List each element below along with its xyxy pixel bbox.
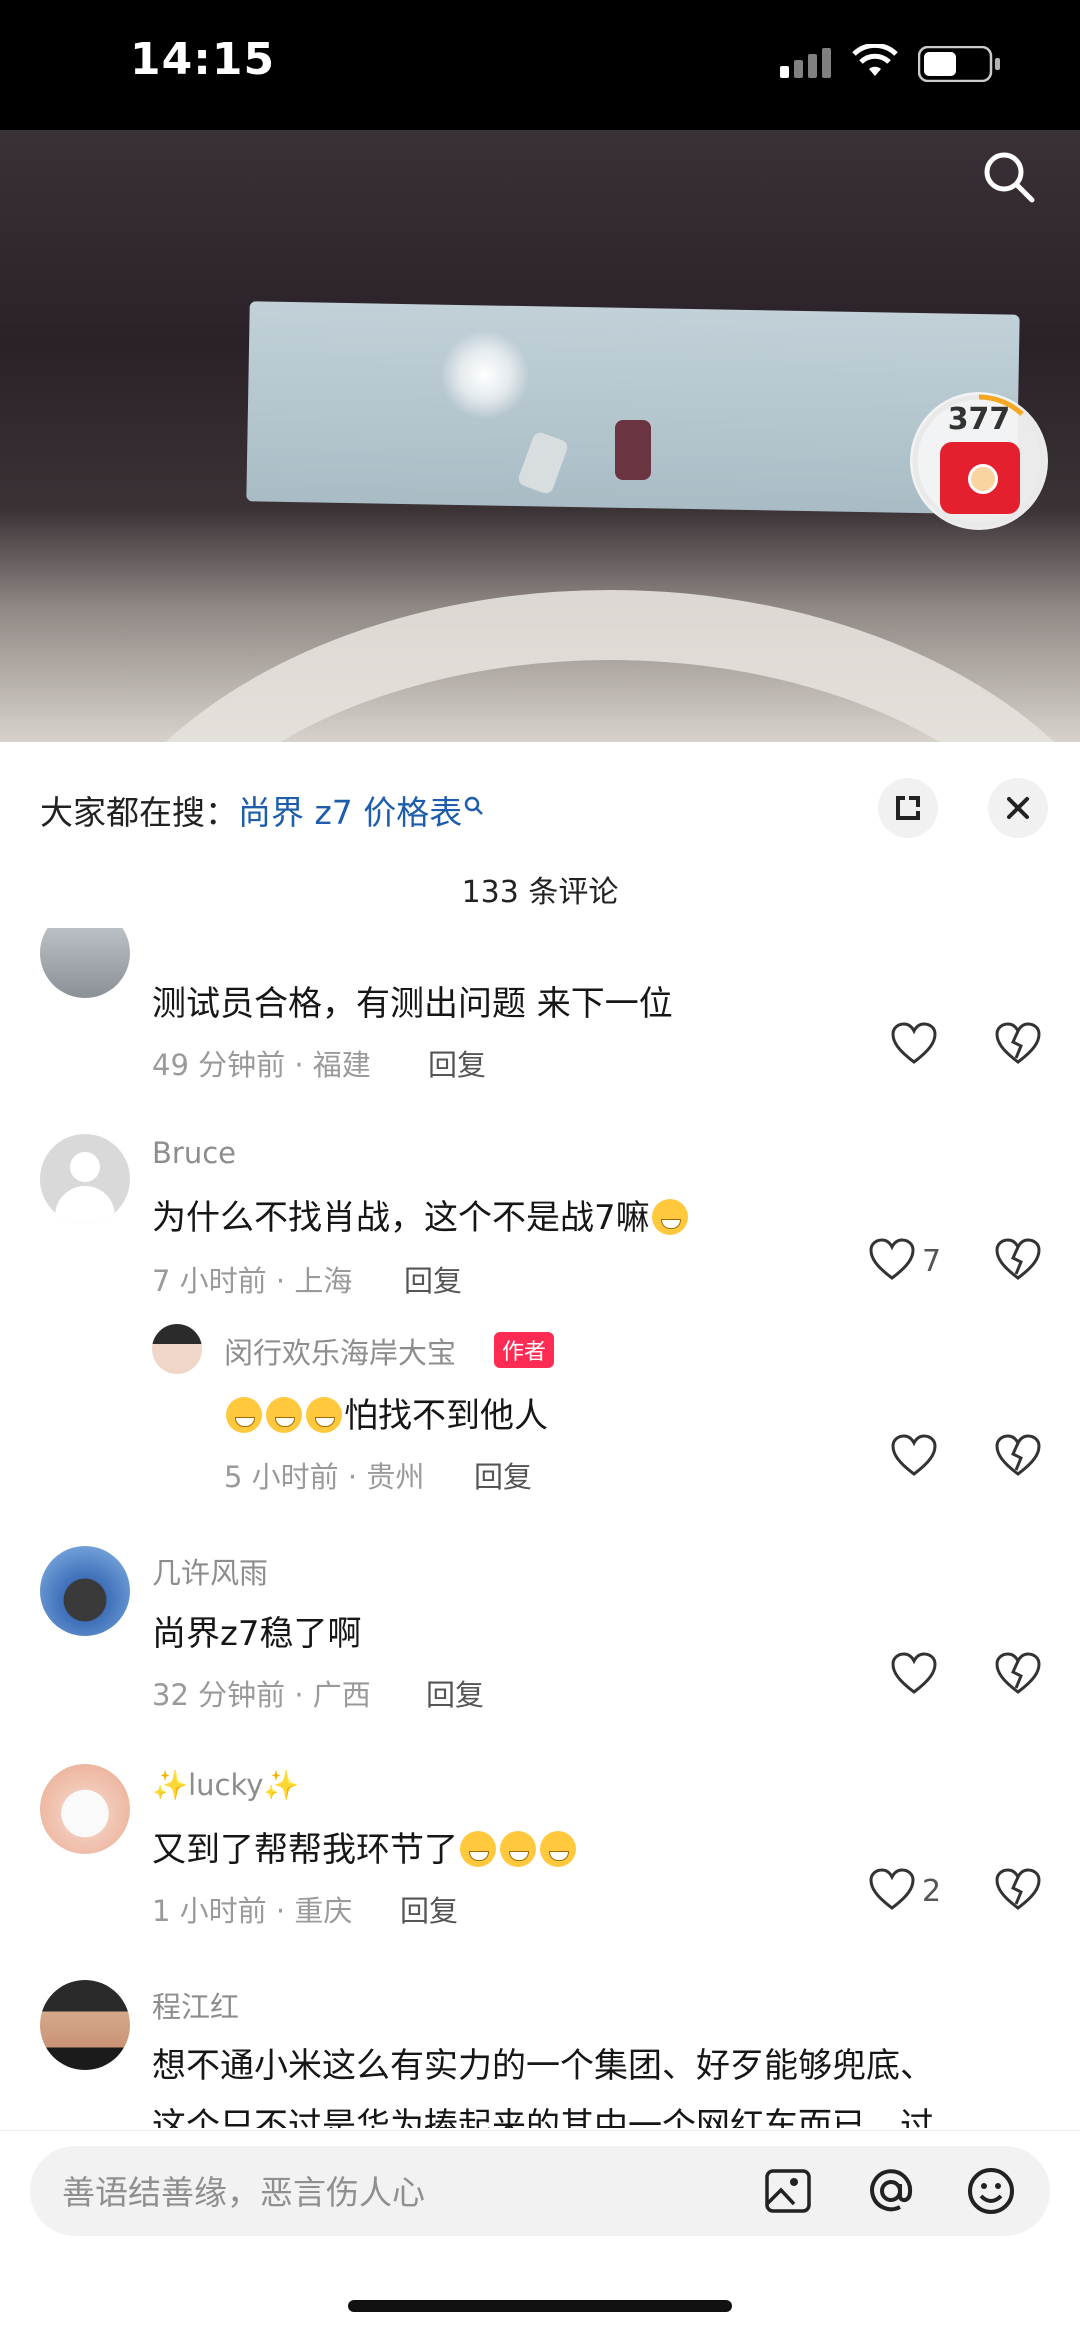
avatar[interactable]: [40, 1134, 130, 1224]
trending-search-link[interactable]: 尚界 z7 价格表: [238, 793, 462, 832]
like-count: 2: [922, 1874, 942, 1909]
emoji-cry-laugh-icon: [460, 1831, 496, 1867]
close-icon: [1007, 797, 1029, 819]
battery-icon: [918, 46, 1000, 82]
comment-meta: 7 小时前 · 上海: [152, 1264, 353, 1298]
emoji-grin-icon: [306, 1397, 342, 1433]
trending-search-prefix: 大家都在搜：: [40, 793, 238, 832]
status-time: 14:15: [130, 34, 276, 85]
expand-button[interactable]: [878, 778, 938, 838]
expand-icon: [896, 796, 920, 820]
comment-text-content: 又到了帮帮我环节了: [152, 1830, 458, 1870]
emoji-grin-icon: [226, 1397, 262, 1433]
reply-button[interactable]: 回复: [426, 1672, 484, 1714]
comment-author[interactable]: Bruce: [152, 1136, 236, 1170]
trending-search-hint[interactable]: 大家都在搜：尚界 z7 价格表: [40, 786, 484, 834]
emoji-cry-laugh-icon: [540, 1831, 576, 1867]
like-count: 7: [922, 1244, 942, 1279]
avatar[interactable]: [40, 928, 130, 998]
red-packet-icon: [940, 442, 1020, 514]
comment-count: 133 条评论: [461, 875, 619, 910]
avatar[interactable]: [40, 1546, 130, 1636]
heart-icon[interactable]: [868, 1868, 916, 1912]
emoji-cry-laugh-icon: [500, 1831, 536, 1867]
signal-icon: [780, 46, 836, 78]
reply-button[interactable]: 回复: [404, 1258, 462, 1300]
heart-icon[interactable]: [890, 1652, 938, 1696]
comment-meta: 32 分钟前 · 广西: [152, 1678, 371, 1712]
reply-author[interactable]: 闵行欢乐海岸大宝: [224, 1330, 456, 1372]
wifi-icon: [852, 44, 898, 76]
video-dashboard-screen: [246, 301, 1020, 515]
reply-text-content: 怕找不到他人: [344, 1396, 548, 1436]
red-packet-widget[interactable]: 377: [910, 392, 1048, 530]
close-button[interactable]: [988, 778, 1048, 838]
sparkle-icon: ✨: [152, 1768, 189, 1802]
comment-text: 想不通小米这么有实力的一个集团、好歹能够兜底、: [152, 2046, 934, 2086]
dislike-icon[interactable]: [994, 1022, 1042, 1066]
comment-author[interactable]: ✨lucky✨: [152, 1768, 300, 1803]
sparkle-icon: ✨: [263, 1768, 300, 1802]
heart-icon[interactable]: [890, 1022, 938, 1066]
reply-text: 怕找不到他人: [224, 1388, 548, 1437]
comment-text: 测试员合格，有测出问题 来下一位: [152, 984, 673, 1024]
dislike-icon[interactable]: [994, 1652, 1042, 1696]
comment-author[interactable]: 程江红: [152, 1984, 239, 2026]
dislike-icon[interactable]: [994, 1434, 1042, 1478]
comment-list: 测试员合格，有测出问题 来下一位 49 分钟前 · 福建 回复 Bruce 为什…: [0, 928, 1080, 2128]
dislike-icon[interactable]: [994, 1238, 1042, 1282]
reply-button[interactable]: 回复: [428, 1042, 486, 1084]
comment-text-content: 为什么不找肖战，这个不是战7嘛: [152, 1198, 650, 1238]
heart-icon[interactable]: [890, 1434, 938, 1478]
comment-text: 为什么不找肖战，这个不是战7嘛: [152, 1190, 690, 1239]
reply-meta: 5 小时前 · 贵州: [224, 1460, 425, 1494]
avatar[interactable]: [40, 1764, 130, 1854]
emoji-grin-icon: [266, 1397, 302, 1433]
emoji-icon[interactable]: [966, 2166, 1016, 2216]
comment-meta: 49 分钟前 · 福建: [152, 1048, 371, 1082]
avatar[interactable]: [40, 1980, 130, 2070]
avatar[interactable]: [152, 1324, 202, 1374]
emoji-sweat-smile-icon: [651, 1199, 688, 1235]
comment-author[interactable]: 几许风雨: [152, 1550, 268, 1592]
video-glare: [440, 330, 530, 420]
comment-text: 尚界z7稳了啊: [152, 1614, 362, 1654]
home-indicator[interactable]: [348, 2300, 732, 2312]
at-icon[interactable]: [866, 2166, 916, 2216]
video-car-model: [615, 420, 651, 480]
comment-meta: 1 小时前 · 重庆: [152, 1894, 353, 1928]
reply-button[interactable]: 回复: [400, 1888, 458, 1930]
heart-icon[interactable]: [868, 1238, 916, 1282]
image-icon[interactable]: [764, 2168, 812, 2214]
comment-input-container[interactable]: [30, 2146, 1050, 2238]
search-icon[interactable]: [980, 148, 1038, 206]
author-badge: 作者: [494, 1332, 555, 1368]
video-steering-wheel: [60, 590, 1080, 742]
search-small-icon: [465, 796, 484, 815]
comment-author-name: lucky: [188, 1768, 264, 1802]
reply-button[interactable]: 回复: [474, 1454, 532, 1496]
red-packet-count: 377: [947, 402, 1011, 437]
status-bar: 14:15: [0, 0, 1080, 130]
comment-text: 又到了帮帮我环节了: [152, 1822, 578, 1871]
comment-text-line2: 这个只不过是华为捧起来的其中一个网红车而已，过: [152, 2106, 934, 2128]
dislike-icon[interactable]: [994, 1868, 1042, 1912]
comment-input[interactable]: [60, 2146, 764, 2238]
